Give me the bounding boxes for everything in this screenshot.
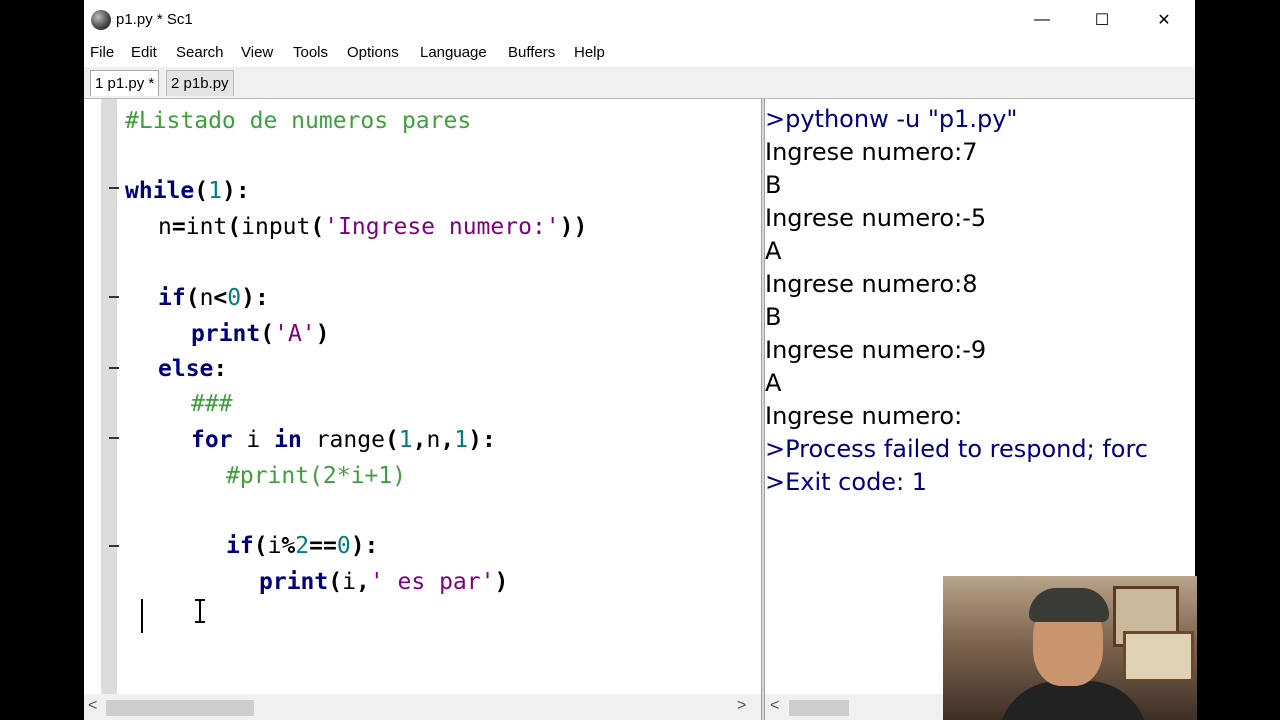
menu-help[interactable]: Help (574, 44, 605, 61)
ibeam-cursor-icon (195, 599, 205, 623)
output-line: Ingrese numero:8 (765, 270, 978, 298)
maximize-button[interactable]: ☐ (1072, 0, 1132, 40)
scite-app-icon (91, 10, 111, 30)
output-scroll-thumb[interactable] (789, 700, 849, 716)
buffer-tab-bar: 1 p1.py * 2 p1b.py (84, 67, 1195, 99)
menu-options[interactable]: Options (347, 44, 399, 61)
code-line-11: #print(2*i+1) (226, 463, 407, 489)
code-line-7: print('A') (191, 321, 330, 347)
fold-marker-icon[interactable] (109, 367, 119, 369)
menu-edit[interactable]: Edit (131, 44, 157, 61)
output-line: Ingrese numero:-5 (765, 204, 987, 232)
minimize-button[interactable]: — (1012, 0, 1072, 40)
scroll-right-arrow-icon[interactable]: > (737, 697, 746, 715)
person-body (998, 681, 1148, 720)
output-line: Ingrese numero: (765, 402, 963, 430)
output-line: >pythonw -u "p1.py" (765, 105, 1018, 133)
menu-view[interactable]: View (241, 44, 273, 61)
fold-marker-icon[interactable] (109, 545, 119, 547)
tab-p1-py[interactable]: 1 p1.py * (90, 70, 160, 96)
output-line: Ingrese numero:7 (765, 138, 978, 166)
code-line-10: for i in range(1,n,1): (191, 427, 496, 453)
editor-scroll-thumb[interactable] (106, 700, 254, 716)
window-title: p1.py * Sc1 (116, 11, 193, 28)
code-editor[interactable]: #Listado de numeros pares while(1): n=in… (84, 99, 761, 694)
editor-horizontal-scrollbar[interactable]: < > (84, 694, 761, 720)
code-line-3: while(1): (125, 178, 250, 204)
menu-tools[interactable]: Tools (293, 44, 328, 61)
output-line: >Exit code: 1 (765, 468, 928, 496)
scroll-left-arrow-icon[interactable]: < (88, 697, 97, 715)
code-line-1: #Listado de numeros pares (125, 108, 472, 134)
output-line: B (765, 303, 782, 331)
person-cap (1029, 588, 1109, 622)
menu-file[interactable]: File (90, 44, 114, 61)
code-line-6: if(n<0): (158, 285, 269, 311)
fold-marker-icon[interactable] (109, 296, 119, 298)
output-line: Ingrese numero:-9 (765, 336, 987, 364)
tab-p1b-py[interactable]: 2 p1b.py (166, 70, 234, 96)
code-line-14: print(i,' es par') (259, 569, 509, 595)
output-line: A (765, 369, 782, 397)
scroll-left-arrow-icon[interactable]: < (770, 697, 779, 715)
title-bar: p1.py * Sc1 — ☐ ✕ (84, 0, 1195, 40)
menu-search[interactable]: Search (176, 44, 224, 61)
wall-frame (1123, 631, 1194, 682)
text-caret (141, 599, 143, 633)
code-line-13: if(i%2==0): (226, 533, 379, 559)
close-button[interactable]: ✕ (1134, 0, 1194, 40)
menu-buffers[interactable]: Buffers (508, 44, 555, 61)
output-line: B (765, 171, 782, 199)
fold-marker-icon[interactable] (109, 437, 119, 439)
fold-marker-icon[interactable] (109, 187, 119, 189)
menu-language[interactable]: Language (420, 44, 487, 61)
menu-bar: File Edit Search View Tools Options Lang… (84, 40, 1195, 67)
output-line: A (765, 237, 782, 265)
output-line: >Process failed to respond; forc (765, 435, 1148, 463)
code-line-4: n=int(input('Ingrese numero:')) (158, 214, 588, 240)
code-line-8: else: (158, 356, 228, 382)
code-line-9: ### (191, 391, 233, 417)
webcam-overlay (943, 576, 1197, 720)
